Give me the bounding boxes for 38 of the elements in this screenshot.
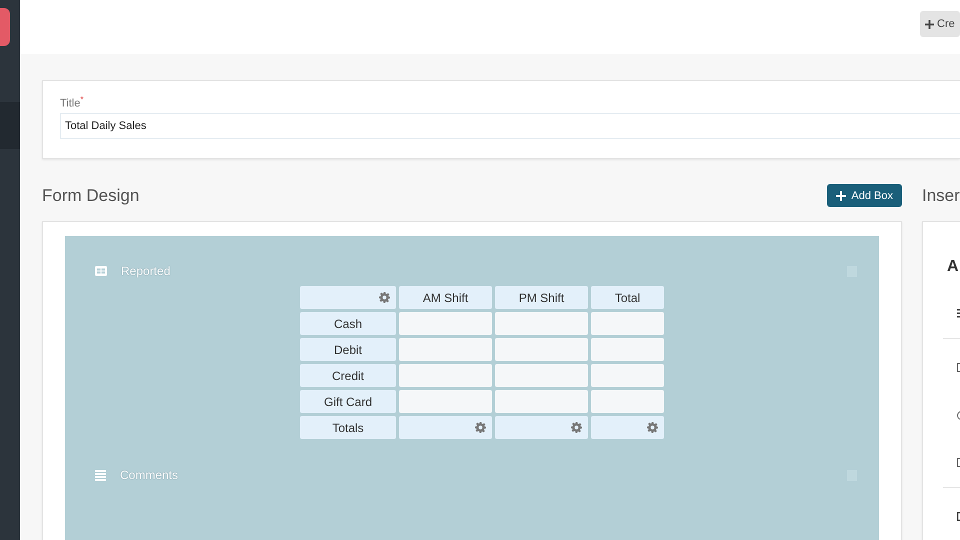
input-cell[interactable] [399, 364, 492, 387]
section-title: Comments [120, 468, 178, 482]
row-label: Cash [300, 312, 396, 335]
row-label: Debit [300, 338, 396, 361]
input-cell[interactable] [495, 364, 588, 387]
field-label: Title$^{*}$ [60, 95, 84, 110]
gear-icon[interactable] [647, 422, 658, 433]
section-heading: Inser [922, 186, 960, 206]
row-label: Gift Card [300, 390, 396, 413]
gear-icon[interactable] [379, 292, 390, 303]
input-cell[interactable] [591, 390, 664, 413]
input-cell[interactable] [399, 312, 492, 335]
gear-icon[interactable] [475, 422, 486, 433]
section-heading: Form Design [42, 186, 140, 206]
create-button[interactable]: Cre [920, 11, 960, 37]
row-label: Totals [300, 416, 396, 439]
lines-icon [95, 470, 106, 480]
row-label: Credit [300, 364, 396, 387]
input-cell[interactable] [591, 312, 664, 335]
column-header: Total [591, 286, 664, 309]
add-box-button[interactable]: Add Box [827, 184, 902, 207]
input-cell[interactable] [591, 364, 664, 387]
plus-icon [836, 190, 846, 200]
section-title: Reported [121, 264, 170, 278]
plus-icon [925, 20, 934, 28]
title-input[interactable]: Total Daily Sales [60, 112, 960, 139]
input-cell[interactable] [399, 390, 492, 413]
input-cell[interactable] [495, 338, 588, 361]
gear-icon[interactable] [571, 422, 582, 433]
input-cell[interactable] [495, 312, 588, 335]
input-cell[interactable] [591, 338, 664, 361]
column-header: PM Shift [495, 286, 588, 309]
lines-icon[interactable] [957, 309, 960, 318]
panel-heading: A [947, 258, 959, 276]
sidebar-item[interactable] [0, 102, 20, 149]
input-cell[interactable] [495, 390, 588, 413]
column-header: AM Shift [399, 286, 492, 309]
input-cell[interactable] [399, 338, 492, 361]
